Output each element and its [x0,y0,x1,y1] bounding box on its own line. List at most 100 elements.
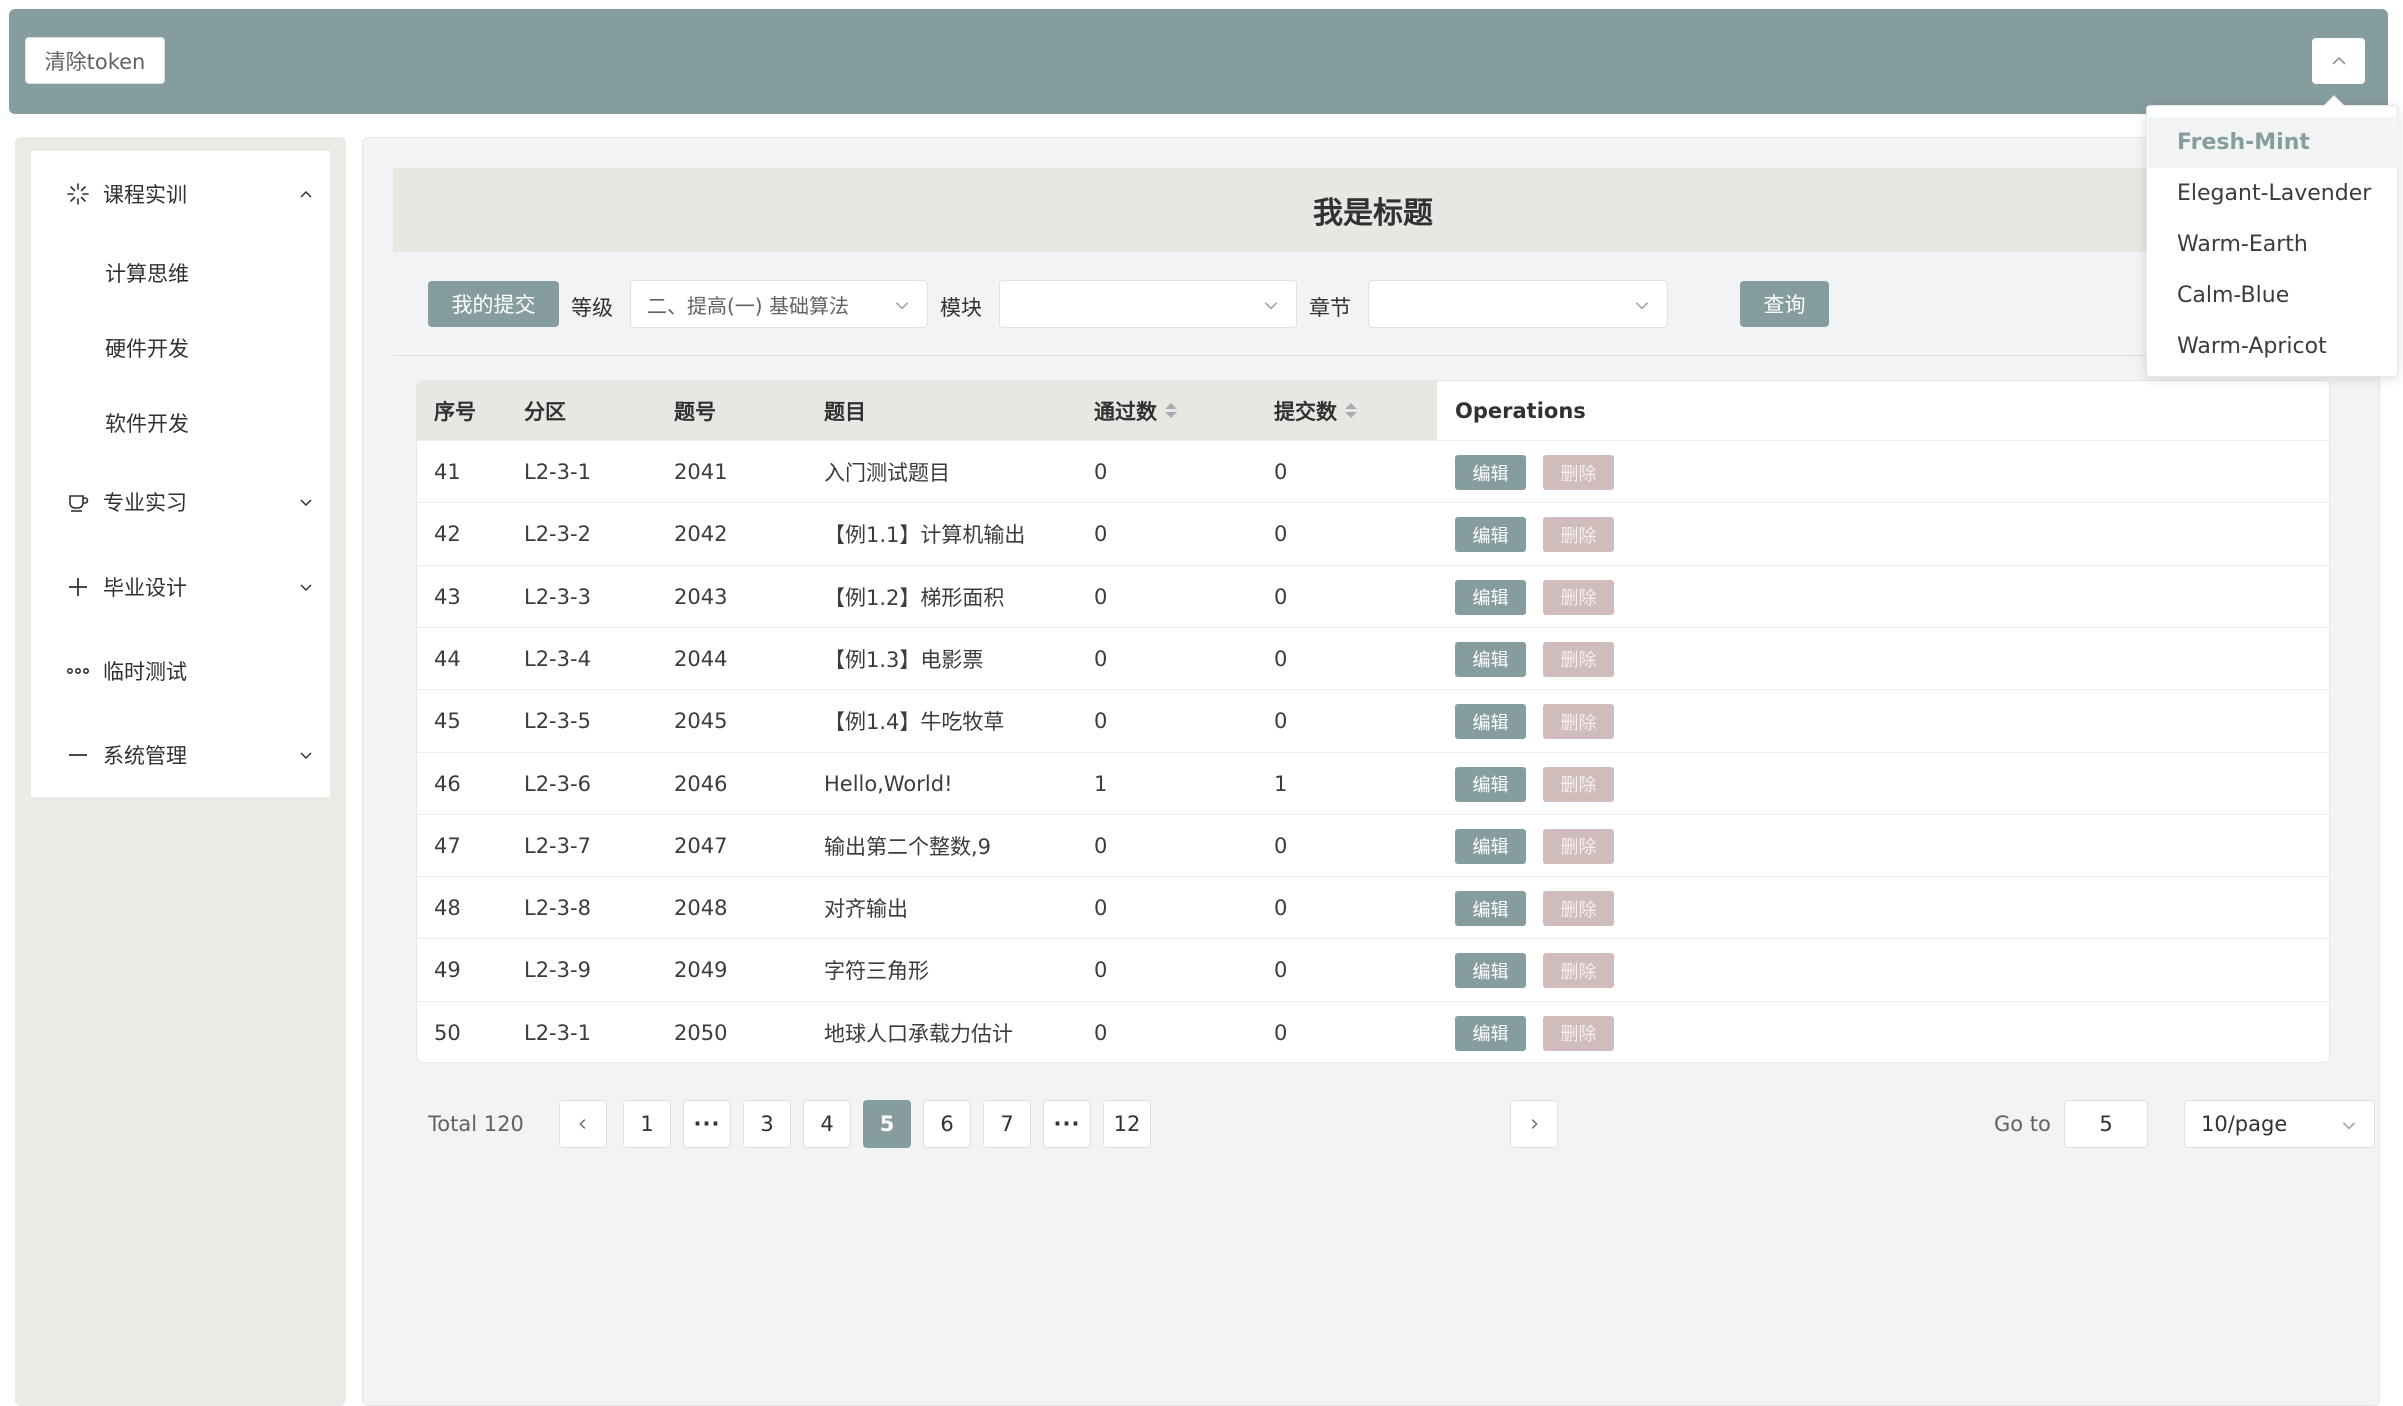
cell-passed: 0 [1094,460,1108,484]
edit-button[interactable]: 编辑 [1455,766,1526,802]
page-size-select[interactable]: 10/page [2184,1100,2375,1148]
theme-option[interactable]: Warm-Apricot [2148,321,2398,372]
cell-passed: 0 [1094,958,1108,983]
page-button[interactable]: 3 [743,1100,791,1148]
page-button[interactable]: 6 [923,1100,971,1148]
cell-passed: 0 [1094,522,1108,547]
query-button[interactable]: 查询 [1740,281,1829,327]
column-header-label: 提交数 [1274,399,1337,424]
column-header-label: 通过数 [1094,399,1157,424]
divider [393,355,2353,356]
level-select[interactable]: 二、提高(一) 基础算法 [630,280,928,328]
page-button[interactable]: 12 [1103,1100,1151,1148]
page-button[interactable]: 4 [803,1100,851,1148]
page-ellipsis-button[interactable]: ··· [683,1100,731,1148]
plus-icon [65,574,91,600]
top-header: 清除token [9,9,2388,114]
cell-index: 46 [434,771,461,796]
cell-problem-id: 2050 [674,1020,728,1045]
edit-button[interactable]: 编辑 [1455,828,1526,864]
menu-group-label: 毕业设计 [103,576,187,600]
problems-table: 序号 分区 题号 题目 通过数 提交数 Operations 41 L2-3-1 2… [416,380,2330,1063]
cell-index: 48 [434,896,461,921]
column-header-problem-id: 题号 [674,399,716,424]
cell-title: 【例1.2】梯形面积 [824,585,1005,610]
cell-submitted: 0 [1274,584,1288,609]
theme-option[interactable]: Warm-Earth [2148,219,2398,270]
cell-title: 地球人口承载力估计 [824,1021,1013,1046]
menu-item-temp-test[interactable]: 临时测试 [31,636,330,706]
delete-button[interactable]: 删除 [1543,579,1614,615]
table-row: 42 L2-3-2 2042 【例1.1】计算机输出 0 0 编辑 删除 [417,502,2329,564]
cell-problem-id: 2046 [674,771,728,796]
delete-button[interactable]: 删除 [1543,641,1614,677]
cell-title: 入门测试题目 [824,461,950,485]
column-header-passed[interactable]: 通过数 [1094,381,1177,440]
theme-option[interactable]: Elegant-Lavender [2148,168,2398,219]
page-button[interactable]: 5 [863,1100,911,1148]
module-select[interactable] [999,280,1297,328]
cell-problem-id: 2042 [674,522,728,547]
delete-button[interactable]: 删除 [1543,517,1614,553]
delete-button[interactable]: 删除 [1543,704,1614,740]
more-icon [65,658,91,684]
edit-button[interactable]: 编辑 [1455,641,1526,677]
edit-button[interactable]: 编辑 [1455,953,1526,989]
chevron-right-icon [1531,1119,1538,1129]
theme-option[interactable]: Calm-Blue [2148,270,2398,321]
theme-option[interactable]: Fresh-Mint [2148,117,2398,168]
delete-button[interactable]: 删除 [1543,953,1614,989]
theme-toggle-button[interactable] [2312,38,2365,84]
edit-button[interactable]: 编辑 [1455,704,1526,740]
cell-partition: L2-3-1 [524,460,591,484]
sidebar-item-label: 软件开发 [105,412,189,436]
cell-partition: L2-3-7 [524,833,591,858]
sort-icon[interactable] [1165,403,1177,418]
page-ellipsis-button[interactable]: ··· [1043,1100,1091,1148]
sidebar-item-computational-thinking[interactable]: 计算思维 [31,238,330,308]
edit-button[interactable]: 编辑 [1455,579,1526,615]
sidebar: 课程实训 计算思维 硬件开发 软件开发 专业实习 毕业设计 临时测试 系统管理 [15,137,346,1406]
cell-submitted: 0 [1274,1020,1288,1045]
menu-group-course-training[interactable]: 课程实训 [31,159,330,229]
page-button[interactable]: 7 [983,1100,1031,1148]
edit-button[interactable]: 编辑 [1455,455,1526,490]
prev-page-button[interactable] [559,1100,607,1148]
table-row: 47 L2-3-7 2047 输出第二个整数,9 0 0 编辑 删除 [417,813,2329,876]
next-page-button[interactable] [1510,1100,1558,1148]
sidebar-item-hardware-dev[interactable]: 硬件开发 [31,313,330,383]
cell-problem-id: 2044 [674,646,728,671]
cell-index: 47 [434,833,461,858]
delete-button[interactable]: 删除 [1543,891,1614,927]
chevron-left-icon [579,1119,586,1129]
delete-button[interactable]: 删除 [1543,455,1614,490]
menu-group-graduation-design[interactable]: 毕业设计 [31,552,330,622]
menu-group-internship[interactable]: 专业实习 [31,467,330,537]
edit-button[interactable]: 编辑 [1455,891,1526,927]
menu-group-system-management[interactable]: 系统管理 [31,720,330,790]
cell-submitted: 0 [1274,958,1288,983]
column-header-submitted[interactable]: 提交数 [1274,381,1357,440]
clear-token-button[interactable]: 清除token [25,37,165,84]
cell-index: 49 [434,958,461,983]
goto-page-input[interactable]: 5 [2064,1100,2148,1148]
total-count: Total 120 [428,1112,524,1136]
cell-passed: 0 [1094,1020,1108,1045]
delete-button[interactable]: 删除 [1543,828,1614,864]
cell-submitted: 0 [1274,833,1288,858]
page-button[interactable]: 1 [623,1100,671,1148]
cell-submitted: 1 [1274,771,1288,796]
chapter-select[interactable] [1368,280,1668,328]
my-submissions-button[interactable]: 我的提交 [428,281,559,327]
edit-button[interactable]: 编辑 [1455,1015,1526,1051]
delete-button[interactable]: 删除 [1543,1015,1614,1051]
minus-icon [65,742,91,768]
sidebar-item-software-dev[interactable]: 软件开发 [31,388,330,458]
delete-button[interactable]: 删除 [1543,766,1614,802]
cell-passed: 0 [1094,833,1108,858]
sort-icon[interactable] [1345,403,1357,418]
table-row: 41 L2-3-1 2041 入门测试题目 0 0 编辑 删除 [417,440,2329,502]
menu-group-label: 系统管理 [103,744,187,768]
cell-partition: L2-3-2 [524,522,591,547]
edit-button[interactable]: 编辑 [1455,517,1526,553]
